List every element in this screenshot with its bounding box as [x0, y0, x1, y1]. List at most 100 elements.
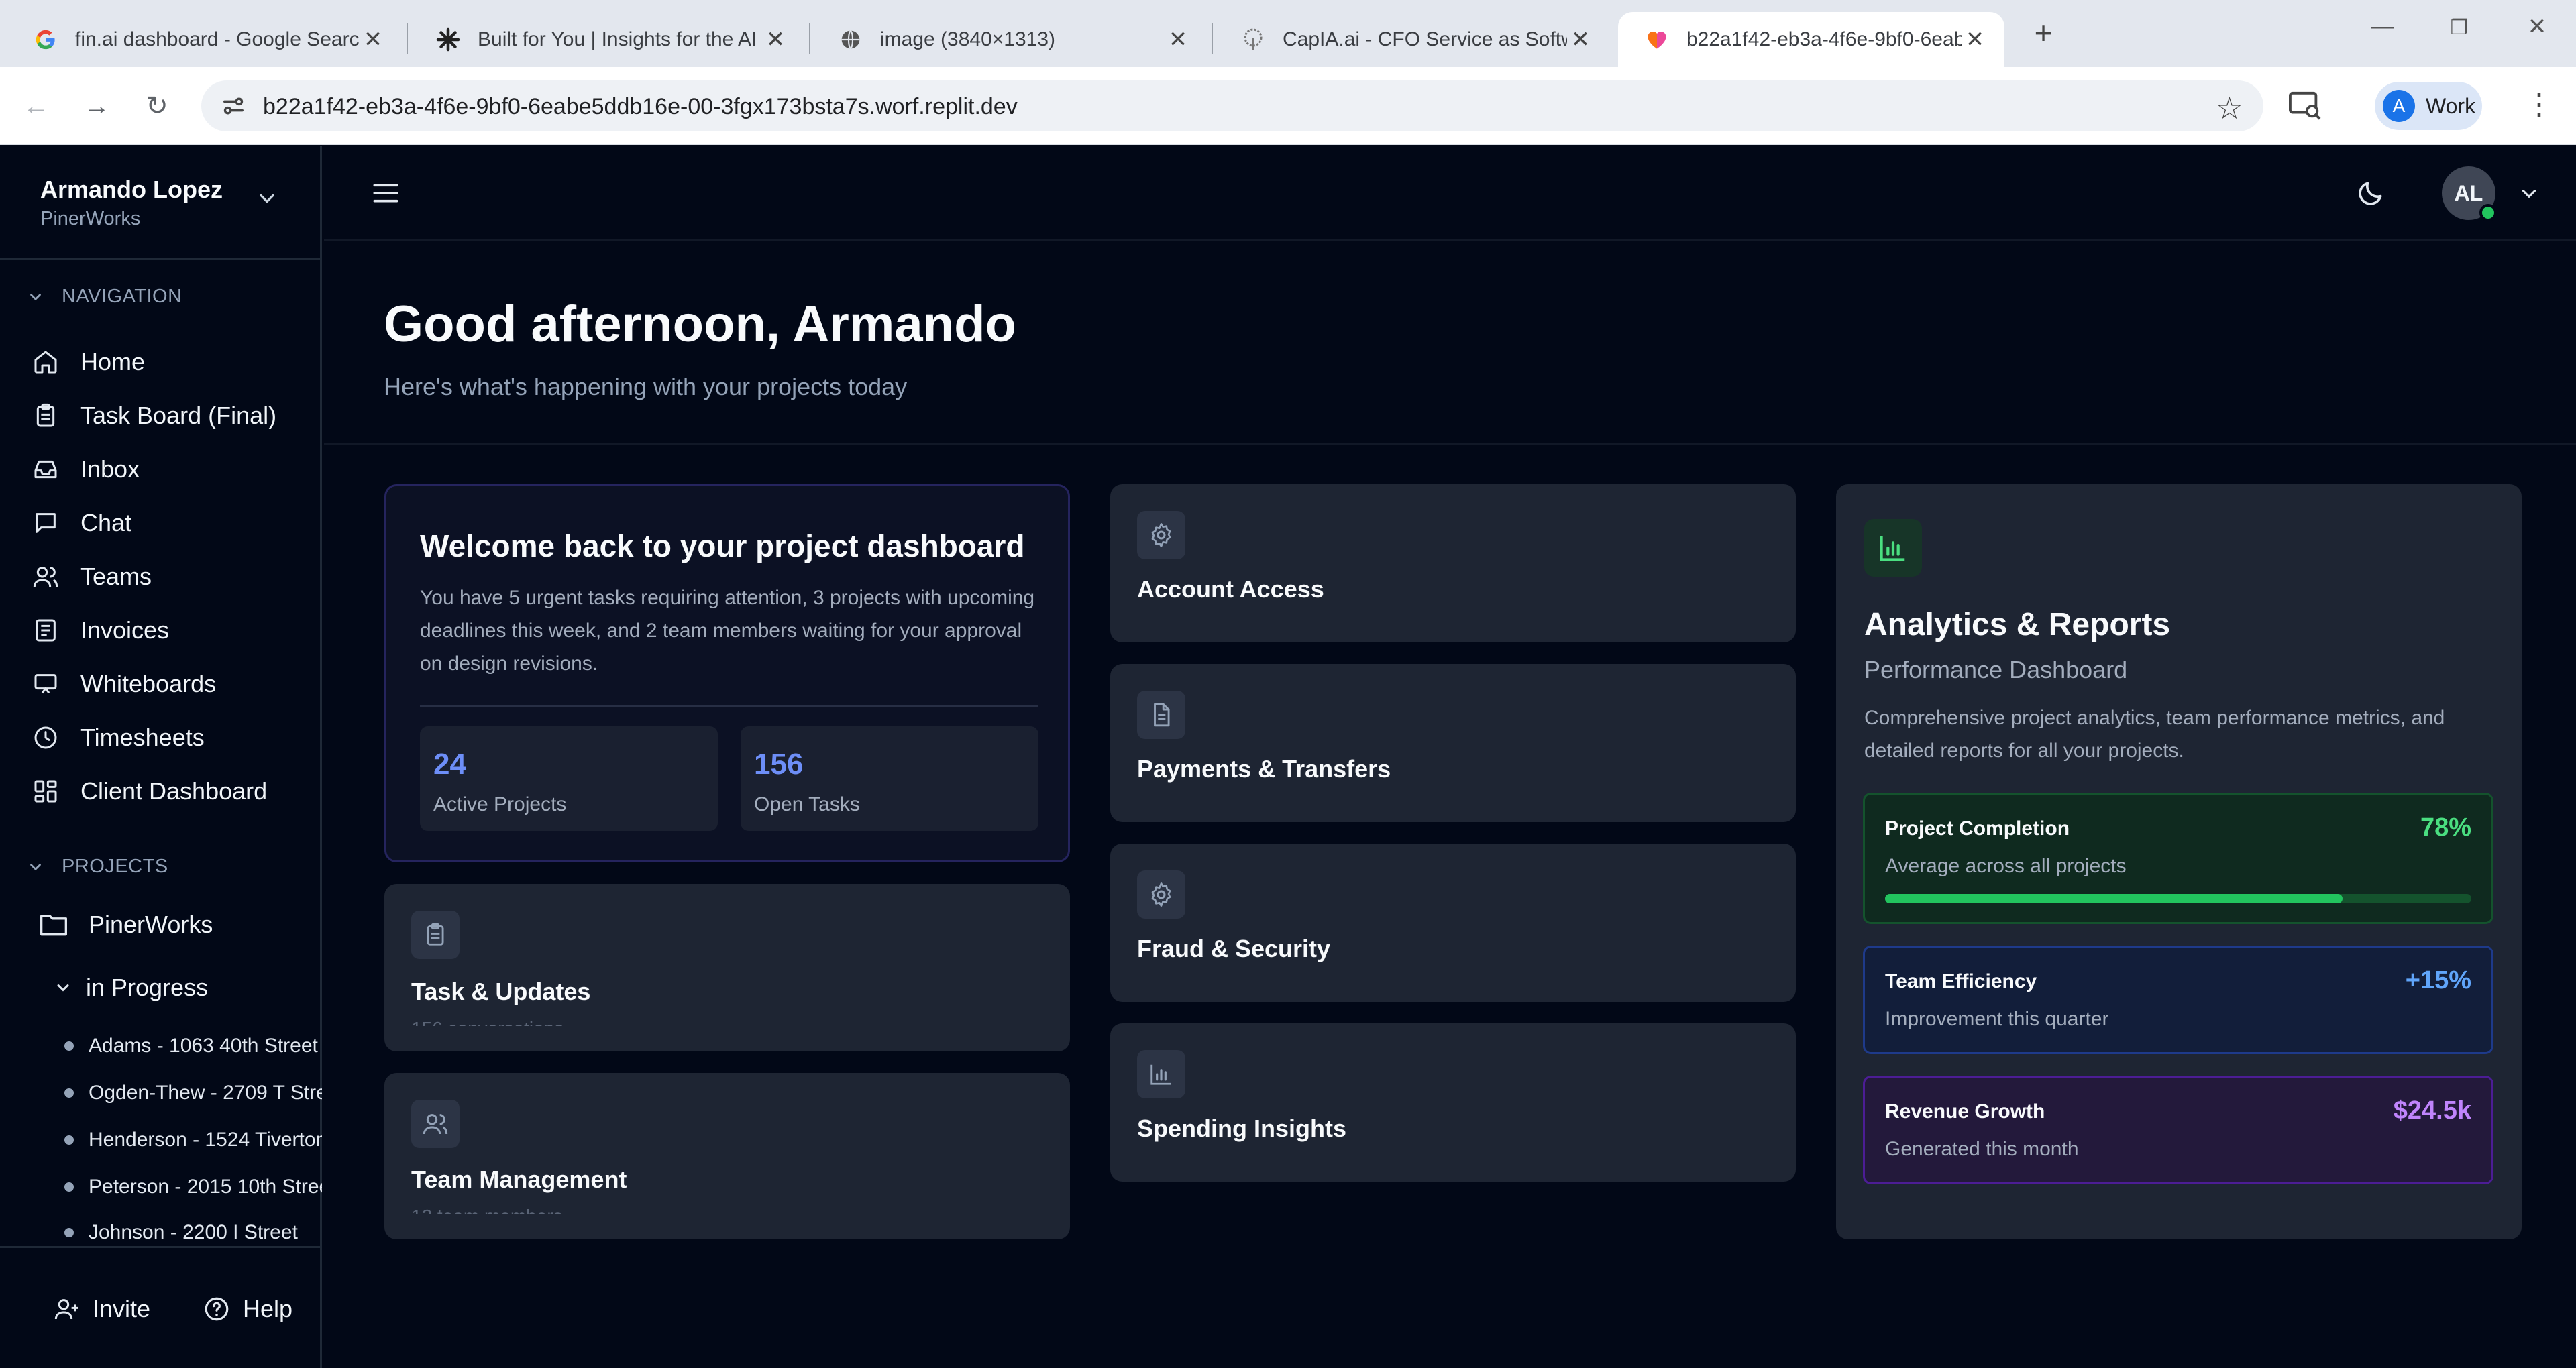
project-group-in-progress[interactable]: in Progress [54, 974, 208, 1002]
project-item[interactable]: Henderson - 1524 Tiverton [64, 1127, 322, 1153]
project-folder-label: PinerWorks [89, 911, 213, 938]
browser-tab[interactable]: image (3840×1313) ✕ [812, 12, 1208, 67]
tile-title: Fraud & Security [1137, 935, 1331, 962]
chevron-down-icon[interactable] [2518, 182, 2540, 205]
new-tab-button[interactable]: + [2023, 15, 2063, 51]
project-folder-pinerworks[interactable]: PinerWorks [39, 911, 213, 939]
users-icon [33, 567, 58, 587]
sidebar-item-label: Whiteboards [80, 670, 217, 697]
project-item-label: Ogden-Thew - 2709 T Street [89, 1082, 322, 1104]
whiteboard-icon [34, 674, 57, 694]
sidebar-item-chat[interactable]: Chat [32, 503, 131, 543]
tile-spending-insights[interactable]: Spending Insights [1110, 1023, 1796, 1182]
chevron-down-icon [260, 194, 274, 203]
globe-icon [839, 27, 863, 52]
chevron-down-icon [30, 293, 41, 300]
grid-icon [34, 780, 57, 803]
welcome-title: Welcome back to your project dashboard [420, 528, 1025, 563]
sidebar-item-invoices[interactable]: Invoices [32, 610, 169, 650]
bookmark-star-icon[interactable]: ☆ [2216, 90, 2243, 126]
bar-chart-icon [1864, 519, 1922, 577]
cast-search-icon[interactable] [2289, 91, 2322, 121]
project-item-label: Henderson - 1524 Tiverton [89, 1129, 322, 1151]
forward-icon[interactable]: → [78, 87, 115, 125]
metric-value: +15% [2405, 966, 2471, 994]
tab-title: b22a1f42-eb3a-4f6e-9bf0-6eabe5ddb16e [1686, 28, 1962, 50]
help-button[interactable]: Help [203, 1295, 292, 1323]
sidebar-item-label: Timesheets [80, 724, 205, 751]
chat-icon [36, 513, 56, 533]
sidebar-item-label: Invoices [80, 616, 170, 644]
sidebar-item-inbox[interactable]: Inbox [32, 449, 140, 490]
page-title: Good afternoon, Armando [384, 296, 1016, 353]
project-item[interactable]: Adams - 1063 40th Street [64, 1033, 322, 1060]
site-info-icon[interactable] [220, 93, 247, 119]
tile-account-access[interactable]: Account Access [1110, 484, 1796, 642]
sidebar-item-task-board[interactable]: Task Board (Final) [32, 396, 276, 436]
stat-value: 156 [754, 748, 804, 781]
help-circle-icon [205, 1297, 229, 1321]
projects-section-toggle[interactable]: PROJECTS [27, 856, 168, 878]
profile-avatar: A [2383, 90, 2415, 122]
project-item[interactable]: Johnson - 2200 I Street [64, 1220, 322, 1245]
tile-fraud-security[interactable]: Fraud & Security [1110, 844, 1796, 1002]
url-text: b22a1f42-eb3a-4f6e-9bf0-6eabe5ddb16e-00-… [263, 94, 1018, 119]
address-bar: ← → ↻ b22a1f42-eb3a-4f6e-9bf0-6eabe5ddb1… [0, 67, 2576, 145]
project-item[interactable]: Ogden-Thew - 2709 T Street [64, 1080, 322, 1106]
browser-menu-icon[interactable]: ⋮ [2522, 87, 2556, 121]
moon-icon[interactable] [2356, 178, 2385, 208]
analytics-subtitle: Performance Dashboard [1864, 656, 2128, 683]
sidebar-item-client-dashboard[interactable]: Client Dashboard [32, 771, 267, 811]
metric-revenue-growth: Revenue Growth $24.5k Generated this mon… [1863, 1076, 2493, 1184]
close-icon[interactable]: ✕ [360, 26, 386, 53]
analytics-description: Comprehensive project analytics, team pe… [1864, 707, 2445, 762]
sidebar-item-label: Inbox [80, 455, 140, 483]
stat-active-projects: 24 Active Projects [420, 726, 718, 831]
tab-separator [809, 23, 810, 54]
close-icon[interactable]: ✕ [1567, 26, 1594, 53]
tab-title: CapIA.ai - CFO Service as Software [1283, 28, 1567, 50]
bar-chart-icon [1137, 1050, 1185, 1098]
welcome-divider [420, 705, 1038, 707]
sidebar-item-label: Home [80, 348, 146, 376]
back-icon[interactable]: ← [17, 87, 55, 125]
sidebar-item-label: Task Board (Final) [80, 402, 277, 429]
tab-separator [1212, 23, 1213, 54]
url-omnibox[interactable]: b22a1f42-eb3a-4f6e-9bf0-6eabe5ddb16e-00-… [201, 80, 2263, 131]
invite-button[interactable]: Invite [54, 1295, 150, 1323]
clipboard-icon [411, 911, 460, 959]
close-icon[interactable]: ✕ [1962, 26, 1988, 53]
analytics-card[interactable]: Analytics & Reports Performance Dashboar… [1836, 484, 2522, 1239]
browser-tab[interactable]: CapIA.ai - CFO Service as Software ✕ [1214, 12, 1610, 67]
google-icon [34, 27, 58, 52]
restore-icon[interactable]: ❐ [2439, 16, 2479, 40]
close-icon[interactable]: ✕ [762, 26, 789, 53]
sidebar-item-whiteboards[interactable]: Whiteboards [32, 664, 216, 704]
sidebar-item-teams[interactable]: Teams [32, 557, 152, 597]
help-label: Help [243, 1295, 293, 1322]
tile-task-updates[interactable]: Task & Updates 156 conversations [384, 884, 1070, 1051]
minimize-icon[interactable]: — [2363, 13, 2403, 40]
project-item-label: Johnson - 2200 I Street [89, 1221, 298, 1243]
menu-icon[interactable] [372, 181, 399, 205]
reload-icon[interactable]: ↻ [138, 87, 176, 125]
project-item[interactable]: Peterson - 2015 10th Street [64, 1174, 322, 1200]
browser-tab[interactable]: Built for You | Insights for the AI ✕ [409, 12, 805, 67]
bullet-dot [64, 1228, 74, 1237]
browser-tab[interactable]: fin.ai dashboard - Google Search ✕ [7, 12, 402, 67]
sidebar-item-timesheets[interactable]: Timesheets [32, 718, 205, 758]
browser-profile-chip[interactable]: A Work [2375, 82, 2482, 130]
navigation-section-toggle[interactable]: NAVIGATION [27, 286, 182, 308]
project-item-label: Peterson - 2015 10th Street [89, 1176, 322, 1198]
sidebar-item-home[interactable]: Home [32, 342, 145, 382]
tile-payments-transfers[interactable]: Payments & Transfers [1110, 664, 1796, 822]
replit-heart-icon [1645, 27, 1669, 52]
window-close-icon[interactable]: ✕ [2517, 13, 2557, 40]
tree-logo-icon [1241, 27, 1265, 52]
browser-tab-active[interactable]: b22a1f42-eb3a-4f6e-9bf0-6eabe5ddb16e ✕ [1618, 12, 2004, 67]
account-switcher[interactable]: Armando Lopez PinerWorks [0, 146, 322, 260]
gear-icon [1137, 511, 1185, 559]
tile-team-management[interactable]: Team Management 12 team members [384, 1073, 1070, 1239]
account-name: Armando Lopez [40, 176, 223, 203]
close-icon[interactable]: ✕ [1165, 26, 1191, 53]
